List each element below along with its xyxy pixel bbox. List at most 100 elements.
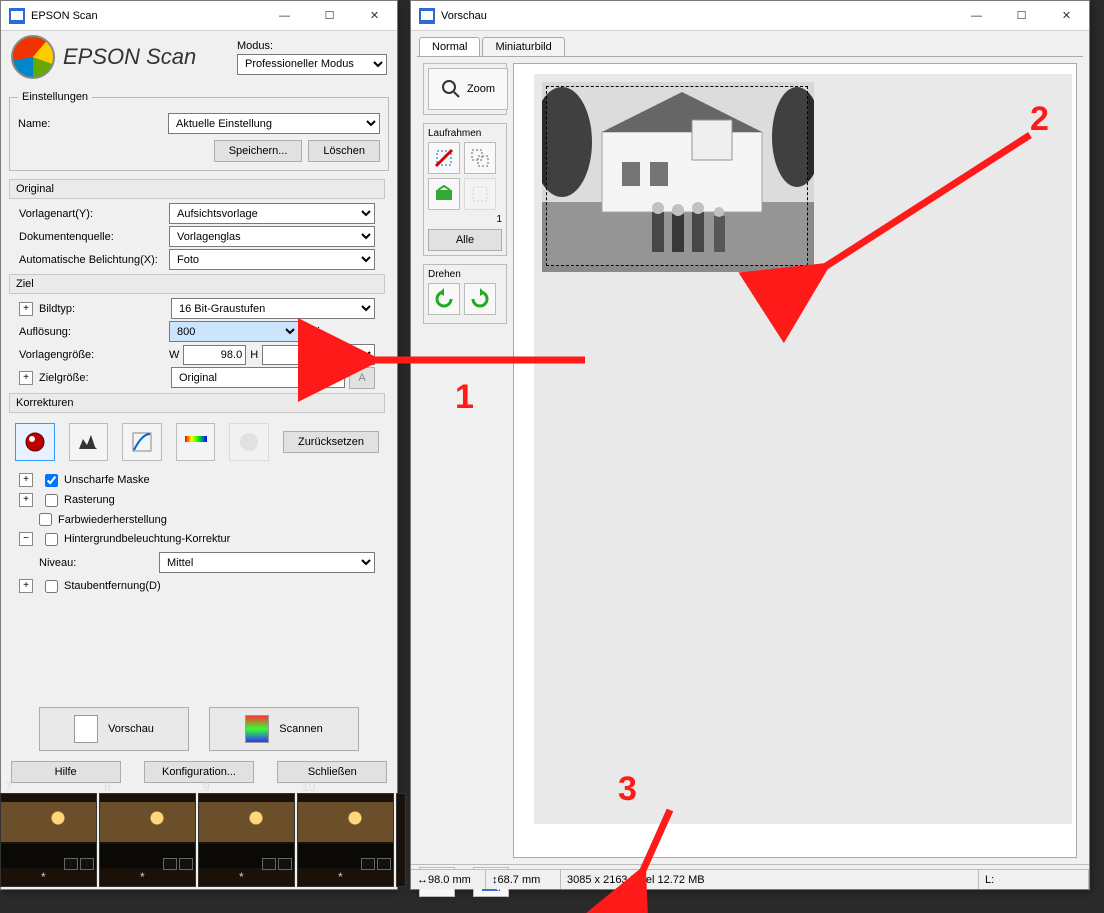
magnifier-icon [441, 79, 461, 99]
maximize-button[interactable]: ☐ [307, 1, 352, 30]
tab-miniaturbild[interactable]: Miniaturbild [482, 37, 564, 56]
close-button[interactable]: ✕ [352, 1, 397, 30]
bildtyp-select[interactable]: 16 Bit-Graustufen [171, 298, 375, 319]
original-head: Original [9, 179, 385, 199]
delete-settings-button[interactable]: Löschen [308, 140, 380, 162]
status-pixels: 3085 x 2163 Pixel 12.72 MB [561, 870, 979, 889]
h-label: H [250, 349, 258, 361]
app-title: EPSON Scan [63, 44, 196, 70]
reset-button[interactable]: Zurücksetzen [283, 431, 379, 453]
unit-select[interactable]: mm [329, 344, 375, 365]
farbwieder-label: Farbwiederherstellung [58, 514, 167, 526]
app-icon [9, 8, 25, 24]
zielgroesse-label: Zielgröße: [39, 372, 171, 384]
histogram-icon[interactable] [69, 423, 109, 461]
expand-zielgroesse[interactable]: + [19, 371, 33, 385]
thumbnail[interactable]: 8* [99, 793, 196, 887]
staub-checkbox[interactable] [45, 580, 58, 593]
farbwieder-checkbox[interactable] [39, 513, 52, 526]
name-select[interactable]: Aktuelle Einstellung [168, 113, 380, 134]
dokumentenquelle-select[interactable]: Vorlagenglas [169, 226, 375, 247]
settings-legend: Einstellungen [18, 91, 92, 103]
alle-button[interactable]: Alle [428, 229, 502, 251]
rasterung-label: Rasterung [64, 494, 115, 506]
hgb-label: Hintergrundbeleuchtung-Korrektur [64, 533, 230, 545]
rotate-left-icon[interactable] [428, 283, 460, 315]
dokumentenquelle-label: Dokumentenquelle: [19, 231, 169, 243]
preview-minimize-button[interactable]: — [954, 1, 999, 30]
preview-titlebar: Vorschau — ☐ ✕ [411, 1, 1089, 31]
konfiguration-button[interactable]: Konfiguration... [144, 761, 254, 783]
mode-select[interactable]: Professioneller Modus [237, 54, 387, 75]
zielgroesse-select[interactable]: Original [171, 367, 345, 388]
height-input[interactable] [262, 345, 325, 365]
name-label: Name: [18, 118, 168, 130]
expand-rasterung[interactable]: + [19, 493, 33, 507]
annotation-number-2: 2 [1030, 100, 1049, 139]
settings-group: Einstellungen Name: Aktuelle Einstellung… [9, 91, 389, 171]
annotation-number-3: 3 [618, 770, 637, 809]
auto-belichtung-label: Automatische Belichtung(X): [19, 254, 169, 266]
laufrahmen-label: Laufrahmen [428, 128, 502, 139]
selection-marquee[interactable] [546, 86, 808, 266]
status-width: ↔98.0 mm [411, 870, 486, 889]
thumbnail[interactable]: 9* [198, 793, 295, 887]
expand-bildtyp[interactable]: + [19, 302, 33, 316]
expand-unscharfe[interactable]: + [19, 473, 33, 487]
rasterung-checkbox[interactable] [45, 494, 58, 507]
epson-logo-icon [11, 35, 55, 79]
drehen-label: Drehen [428, 269, 502, 280]
color-palette-icon [229, 423, 269, 461]
thumbnail[interactable]: 7* [0, 793, 97, 887]
tab-normal[interactable]: Normal [419, 37, 480, 56]
copy-marquee-icon[interactable] [464, 142, 496, 174]
color-adjust-icon[interactable] [176, 423, 216, 461]
vorschau-button[interactable]: Vorschau [39, 707, 189, 751]
status-height: ↕68.7 mm [486, 870, 561, 889]
width-input[interactable] [183, 345, 246, 365]
marquee-count: 1 [428, 214, 502, 225]
preview-maximize-button[interactable]: ☐ [999, 1, 1044, 30]
rotate-right-icon[interactable] [464, 283, 496, 315]
delete-marquee-icon[interactable] [428, 142, 460, 174]
status-bar: ↔98.0 mm ↕68.7 mm 3085 x 2163 Pixel 12.7… [411, 869, 1089, 889]
mode-label: Modus: [237, 40, 387, 52]
vorlagenart-select[interactable]: Aufsichtsvorlage [169, 203, 375, 224]
schliessen-button[interactable]: Schließen [277, 761, 387, 783]
epson-scan-window: EPSON Scan — ☐ ✕ EPSON Scan Modus: Profe… [0, 0, 398, 890]
zoom-button[interactable]: Zoom [428, 68, 508, 110]
auto-belichtung-select[interactable]: Foto [169, 249, 375, 270]
auto-marquee-icon[interactable] [428, 178, 460, 210]
scan-icon [245, 715, 269, 743]
unscharfe-maske-checkbox[interactable] [45, 474, 58, 487]
w-label: W [169, 349, 179, 361]
hgb-checkbox[interactable] [45, 533, 58, 546]
lock-aspect-button: A [349, 367, 375, 389]
minimize-button[interactable]: — [262, 1, 307, 30]
auto-exposure-icon[interactable] [15, 423, 55, 461]
thumbnail[interactable]: 10* [297, 793, 394, 887]
preview-app-icon [419, 8, 435, 24]
preview-title: Vorschau [441, 10, 954, 22]
thumbnail[interactable] [396, 793, 406, 887]
tone-curve-icon[interactable] [122, 423, 162, 461]
erase-marquee-icon [464, 178, 496, 210]
dpi-label: dpi [305, 326, 320, 338]
thumbnail-strip: 7* 8* 9* 10* [0, 793, 406, 887]
niveau-label: Niveau: [39, 557, 159, 569]
expand-hgb[interactable]: − [19, 532, 33, 546]
expand-staub[interactable]: + [19, 579, 33, 593]
preview-close-button[interactable]: ✕ [1044, 1, 1089, 30]
niveau-select[interactable]: Mittel [159, 552, 375, 573]
save-settings-button[interactable]: Speichern... [214, 140, 303, 162]
unscharfe-label: Unscharfe Maske [64, 474, 150, 486]
aufloesung-label: Auflösung: [19, 326, 169, 338]
vorschau-window: Vorschau — ☐ ✕ Normal Miniaturbild Zoom … [410, 0, 1090, 890]
ziel-head: Ziel [9, 274, 385, 294]
scannen-button[interactable]: Scannen [209, 707, 359, 751]
status-l: L: [979, 870, 1089, 889]
aufloesung-select[interactable]: 800 [169, 321, 299, 342]
annotation-number-1: 1 [455, 378, 474, 417]
preview-canvas[interactable] [513, 63, 1077, 858]
bildtyp-label: Bildtyp: [39, 303, 171, 315]
